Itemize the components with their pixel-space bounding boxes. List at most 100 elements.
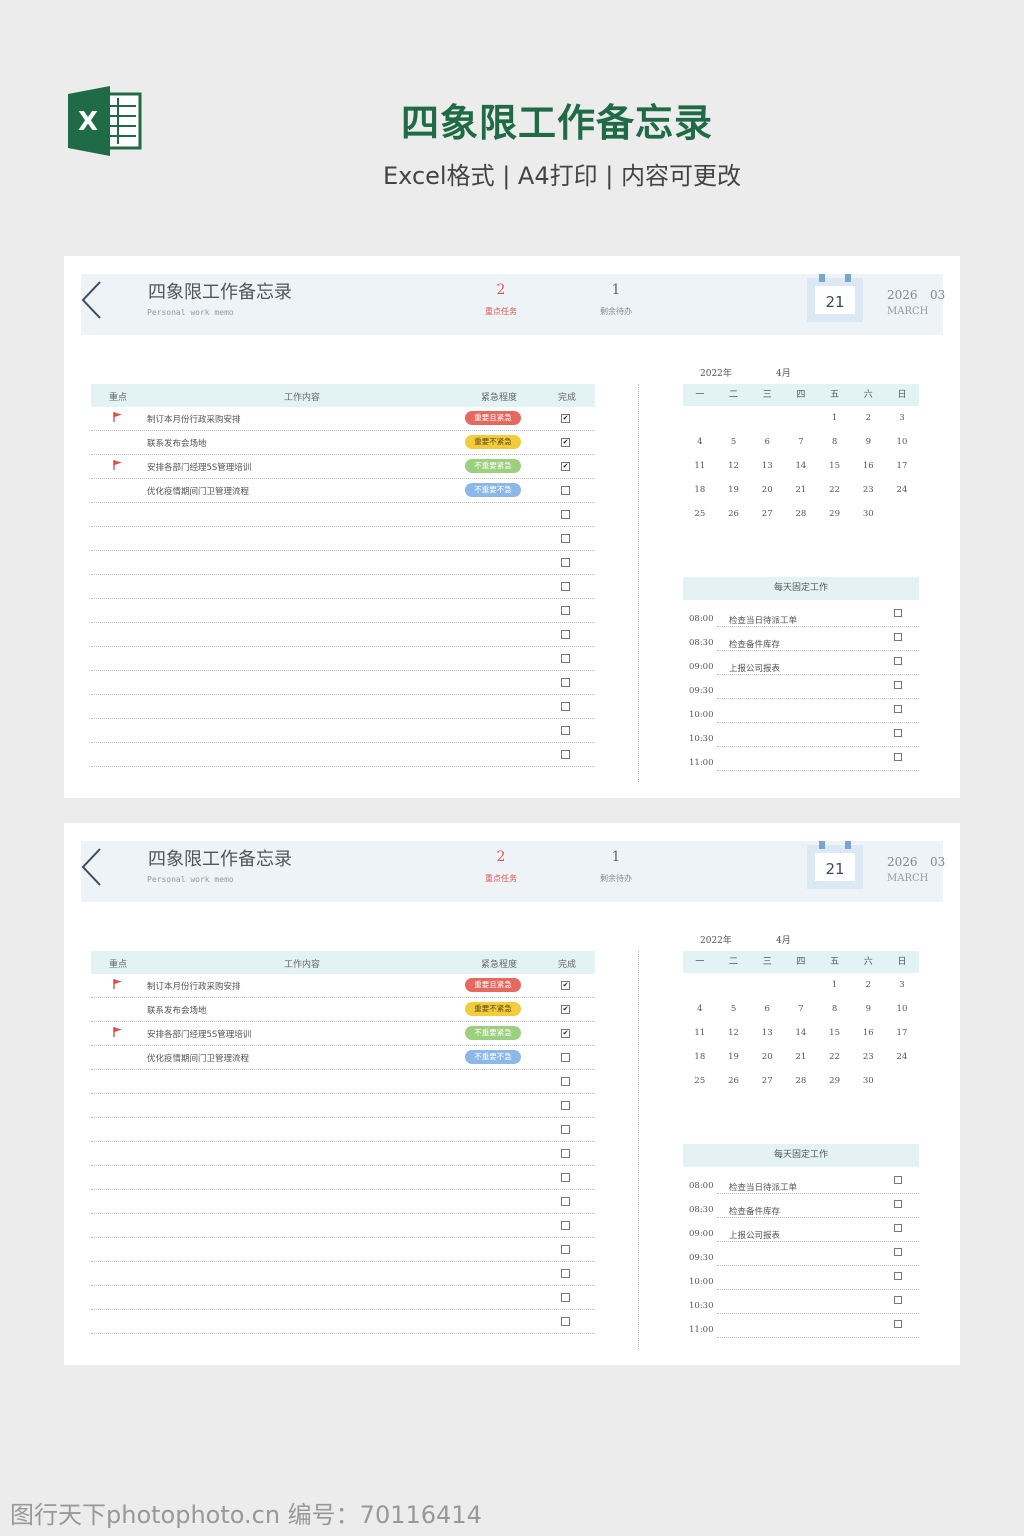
urgency-badge[interactable]: 不重要紧急: [465, 1026, 521, 1040]
daily-checkbox[interactable]: [894, 705, 902, 713]
urgency-badge[interactable]: 重要且紧急: [465, 411, 521, 425]
calendar-day-cell[interactable]: 9: [851, 1001, 885, 1025]
done-checkbox[interactable]: [561, 726, 570, 735]
done-checkbox[interactable]: [561, 1293, 570, 1302]
calendar-day-cell[interactable]: 26: [717, 1073, 751, 1097]
done-checkbox[interactable]: ✔: [561, 462, 570, 471]
done-checkbox[interactable]: [561, 678, 570, 687]
daily-checkbox[interactable]: [894, 1248, 902, 1256]
urgency-badge[interactable]: 重要不紧急: [465, 435, 521, 449]
urgency-badge[interactable]: 不重要不急: [465, 1050, 521, 1064]
calendar-day-cell[interactable]: 17: [885, 1025, 919, 1049]
task-text[interactable]: 联系发布会场地: [147, 437, 207, 449]
daily-checkbox[interactable]: [894, 729, 902, 737]
task-text[interactable]: 安排各部门经理5S管理培训: [147, 1028, 251, 1040]
done-checkbox[interactable]: [561, 486, 570, 495]
calendar-day-cell[interactable]: 6: [750, 1001, 784, 1025]
calendar-day-cell[interactable]: 26: [717, 506, 751, 530]
done-checkbox[interactable]: [561, 702, 570, 711]
urgency-badge[interactable]: 不重要紧急: [465, 459, 521, 473]
calendar-day-cell[interactable]: 15: [818, 1025, 852, 1049]
calendar-day-cell[interactable]: 16: [851, 1025, 885, 1049]
done-checkbox[interactable]: [561, 1053, 570, 1062]
task-text[interactable]: 优化疫情期间门卫管理流程: [147, 1052, 249, 1064]
done-checkbox[interactable]: [561, 1125, 570, 1134]
calendar-day-cell[interactable]: 7: [784, 434, 818, 458]
task-text[interactable]: 制订本月份行政采购安排: [147, 980, 241, 992]
calendar-day-cell[interactable]: 23: [851, 482, 885, 506]
calendar-day-cell[interactable]: 18: [683, 1049, 717, 1073]
calendar-day-cell[interactable]: 13: [750, 458, 784, 482]
daily-checkbox[interactable]: [894, 633, 902, 641]
calendar-day-cell[interactable]: 12: [717, 1025, 751, 1049]
calendar-day-cell[interactable]: 3: [885, 410, 919, 434]
daily-work[interactable]: 上报公司报表: [729, 1229, 780, 1241]
calendar-day-cell[interactable]: 14: [784, 458, 818, 482]
calendar-day-cell[interactable]: 20: [750, 1049, 784, 1073]
calendar-day-cell[interactable]: 19: [717, 482, 751, 506]
calendar-day-cell[interactable]: 7: [784, 1001, 818, 1025]
calendar-day-cell[interactable]: 11: [683, 458, 717, 482]
done-checkbox[interactable]: [561, 1221, 570, 1230]
calendar-day-cell[interactable]: 21: [784, 482, 818, 506]
task-text[interactable]: 安排各部门经理5S管理培训: [147, 461, 251, 473]
urgency-badge[interactable]: 重要不紧急: [465, 1002, 521, 1016]
calendar-day-cell[interactable]: 25: [683, 1073, 717, 1097]
calendar-day-cell[interactable]: 11: [683, 1025, 717, 1049]
done-checkbox[interactable]: [561, 1101, 570, 1110]
done-checkbox[interactable]: [561, 510, 570, 519]
daily-checkbox[interactable]: [894, 1224, 902, 1232]
calendar-day-cell[interactable]: 10: [885, 434, 919, 458]
done-checkbox[interactable]: [561, 534, 570, 543]
calendar-day-cell[interactable]: 22: [818, 1049, 852, 1073]
calendar-day-cell[interactable]: 20: [750, 482, 784, 506]
done-checkbox[interactable]: [561, 1173, 570, 1182]
calendar-day-cell[interactable]: 22: [818, 482, 852, 506]
task-text[interactable]: 制订本月份行政采购安排: [147, 413, 241, 425]
urgency-badge[interactable]: 重要且紧急: [465, 978, 521, 992]
calendar-day-cell[interactable]: 21: [784, 1049, 818, 1073]
calendar-day-cell[interactable]: 24: [885, 1049, 919, 1073]
task-text[interactable]: 联系发布会场地: [147, 1004, 207, 1016]
calendar-day-cell[interactable]: 2: [851, 977, 885, 1001]
done-checkbox[interactable]: [561, 1245, 570, 1254]
calendar-day-cell[interactable]: 16: [851, 458, 885, 482]
done-checkbox[interactable]: [561, 1269, 570, 1278]
calendar-day-cell[interactable]: 4: [683, 1001, 717, 1025]
daily-checkbox[interactable]: [894, 1272, 902, 1280]
done-checkbox[interactable]: [561, 606, 570, 615]
daily-work[interactable]: 检查当日待派工单: [729, 1181, 797, 1193]
daily-checkbox[interactable]: [894, 681, 902, 689]
done-checkbox[interactable]: [561, 1197, 570, 1206]
calendar-day-cell[interactable]: 19: [717, 1049, 751, 1073]
back-chevron-icon[interactable]: [81, 847, 103, 887]
urgency-badge[interactable]: 不重要不急: [465, 483, 521, 497]
daily-work[interactable]: 检查备件库存: [729, 1205, 780, 1217]
done-checkbox[interactable]: [561, 1317, 570, 1326]
back-chevron-icon[interactable]: [81, 280, 103, 320]
done-checkbox[interactable]: [561, 558, 570, 567]
calendar-day-cell[interactable]: 30: [851, 506, 885, 530]
daily-checkbox[interactable]: [894, 1296, 902, 1304]
done-checkbox[interactable]: ✔: [561, 1029, 570, 1038]
daily-work[interactable]: 检查当日待派工单: [729, 614, 797, 626]
done-checkbox[interactable]: [561, 582, 570, 591]
done-checkbox[interactable]: ✔: [561, 1005, 570, 1014]
calendar-day-cell[interactable]: 1: [818, 410, 852, 434]
calendar-day-cell[interactable]: 14: [784, 1025, 818, 1049]
daily-checkbox[interactable]: [894, 1200, 902, 1208]
calendar-day-cell[interactable]: 25: [683, 506, 717, 530]
calendar-day-cell[interactable]: 28: [784, 1073, 818, 1097]
calendar-day-cell[interactable]: 5: [717, 1001, 751, 1025]
done-checkbox[interactable]: [561, 1149, 570, 1158]
done-checkbox[interactable]: [561, 1077, 570, 1086]
calendar-day-cell[interactable]: 6: [750, 434, 784, 458]
daily-checkbox[interactable]: [894, 657, 902, 665]
calendar-day-cell[interactable]: 10: [885, 1001, 919, 1025]
done-checkbox[interactable]: [561, 750, 570, 759]
done-checkbox[interactable]: ✔: [561, 438, 570, 447]
calendar-day-cell[interactable]: 3: [885, 977, 919, 1001]
calendar-day-cell[interactable]: 8: [818, 1001, 852, 1025]
daily-checkbox[interactable]: [894, 1176, 902, 1184]
calendar-day-cell[interactable]: 4: [683, 434, 717, 458]
